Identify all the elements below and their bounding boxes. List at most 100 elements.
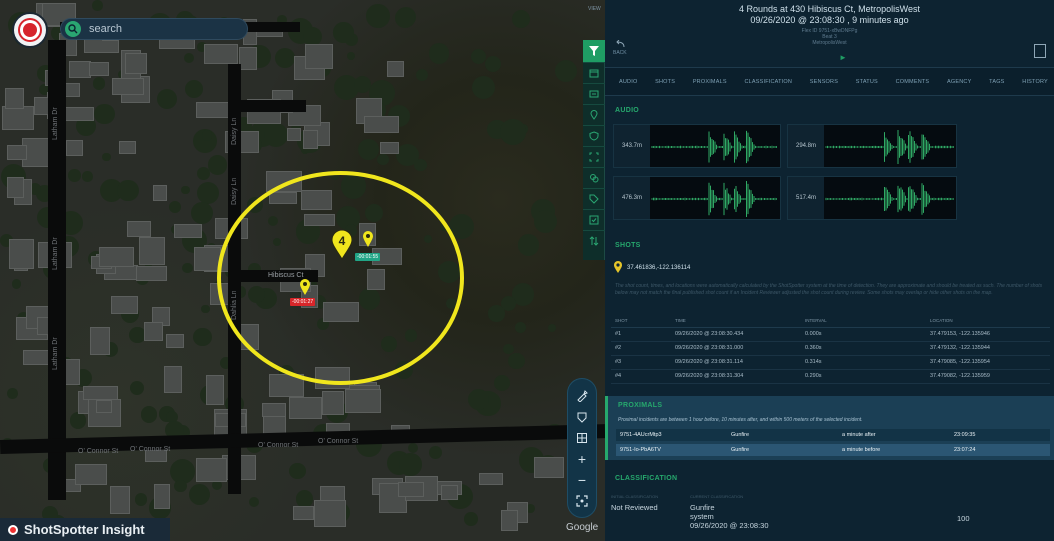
- map-tree: [428, 43, 450, 65]
- map-tools-panel: + −: [567, 378, 597, 518]
- tab-tags[interactable]: TAGS: [989, 79, 1004, 85]
- shot-interval: 0.314s: [801, 355, 926, 370]
- map-tree: [94, 104, 115, 125]
- current-classification-value: Gunfire: [690, 503, 715, 512]
- chat-icon: [589, 174, 598, 183]
- map-building: [74, 464, 108, 486]
- map-tree: [92, 0, 103, 11]
- filter-button[interactable]: [582, 40, 605, 62]
- map-building: [125, 52, 147, 75]
- shot-time: 09/26/2020 @ 23:08:31.114: [671, 355, 801, 370]
- proximal-row[interactable]: 9751-Io-PbA6TV Gunfire a minute before 2…: [616, 444, 1050, 456]
- proximal-row[interactable]: 9751-4AUcrMtp3 Gunfire a minute after 23…: [616, 429, 1050, 441]
- incident-datetime: 09/26/2020 @ 23:08:30 , 9 minutes ago: [750, 15, 909, 25]
- shot-location: 37.479085, -122.135954: [926, 355, 1050, 370]
- shield-button[interactable]: [582, 125, 605, 146]
- checklist-button[interactable]: [582, 209, 605, 230]
- map-building: [305, 43, 334, 70]
- location-pin-icon: [589, 110, 598, 120]
- map-tree: [366, 4, 391, 28]
- table-row[interactable]: #1 09/26/2020 @ 23:08:30.434 0.000s 37.4…: [611, 327, 1050, 342]
- map-tree: [116, 179, 139, 202]
- tab-audio[interactable]: AUDIO: [619, 79, 637, 85]
- incident-count-pin[interactable]: 4: [331, 230, 353, 260]
- initial-classification-value: Not Reviewed: [611, 503, 658, 512]
- audio-clip[interactable]: 517.4m: [787, 176, 957, 220]
- zoom-in-icon[interactable]: +: [573, 450, 591, 468]
- search-input[interactable]: [89, 23, 239, 35]
- shot-number: #4: [611, 369, 671, 384]
- back-arrow-icon: [616, 39, 625, 48]
- proximal-relative: a minute after: [842, 432, 876, 438]
- map-building: [143, 322, 164, 341]
- map-tree: [399, 453, 422, 476]
- map-tree: [207, 155, 227, 175]
- tab-sensors[interactable]: SENSORS: [810, 79, 838, 85]
- proximal-relative: a minute before: [842, 447, 881, 453]
- proximal-pin-icon[interactable]: [299, 278, 311, 296]
- report-icon[interactable]: [1034, 44, 1046, 58]
- shotspotter-logo-button[interactable]: [12, 12, 48, 48]
- audio-distance: 343.7m: [614, 125, 650, 167]
- proximal-time: 23:07:24: [954, 447, 976, 453]
- sort-button[interactable]: [582, 230, 605, 251]
- zoom-out-icon[interactable]: −: [573, 471, 591, 489]
- map-tree: [263, 122, 288, 147]
- back-button[interactable]: BACK: [613, 39, 627, 56]
- map-tree: [494, 375, 511, 392]
- side-toolbar: [582, 40, 605, 260]
- fit-extent-icon[interactable]: [573, 492, 591, 510]
- expand-button[interactable]: [582, 146, 605, 167]
- checklist-icon: [589, 215, 598, 225]
- proximal-id[interactable]: 9751-Io-PbA6TV: [620, 447, 661, 453]
- map-building: [441, 484, 459, 500]
- tab-comments[interactable]: COMMENTS: [896, 79, 930, 85]
- map-tree: [182, 262, 193, 273]
- tab-classification[interactable]: CLASSIFICATION: [744, 79, 792, 85]
- tab-agency[interactable]: AGENCY: [947, 79, 971, 85]
- table-row[interactable]: #3 09/26/2020 @ 23:08:31.114 0.314s 37.4…: [611, 355, 1050, 370]
- search-icon: [65, 21, 81, 37]
- table-row[interactable]: #4 09/26/2020 @ 23:08:31.304 0.290s 37.4…: [611, 369, 1050, 384]
- table-row[interactable]: #2 09/26/2020 @ 23:08:31.000 0.360s 37.4…: [611, 341, 1050, 356]
- location-button[interactable]: [582, 104, 605, 125]
- map-tree: [11, 279, 22, 289]
- audio-clip[interactable]: 476.3m: [613, 176, 781, 220]
- map-building: [126, 221, 151, 238]
- proximal-tag-green[interactable]: -00:01:55: [355, 253, 381, 261]
- chat-button[interactable]: [582, 167, 605, 188]
- map-tree: [134, 493, 148, 506]
- tab-shots[interactable]: SHOTS: [655, 79, 675, 85]
- shot-pin-icon[interactable]: [362, 230, 374, 248]
- audio-clip[interactable]: 343.7m: [613, 124, 781, 168]
- map-building: [205, 375, 225, 405]
- proximal-tag-red[interactable]: -00:01:27: [290, 298, 316, 306]
- calendar-button[interactable]: [582, 62, 605, 83]
- map-building: [173, 223, 202, 238]
- draw-icon[interactable]: [573, 387, 591, 405]
- tab-status[interactable]: STATUS: [856, 79, 878, 85]
- layers-icon[interactable]: [573, 429, 591, 447]
- brand-logo: ShotSpotter Insight: [0, 518, 170, 541]
- tab-proximals[interactable]: PROXIMALS: [693, 79, 727, 85]
- map-building: [98, 247, 135, 268]
- map-building: [196, 457, 227, 483]
- map-building: [112, 78, 145, 95]
- tab-history[interactable]: HISTORY: [1022, 79, 1048, 85]
- map-building: [110, 485, 131, 515]
- marker-icon[interactable]: [573, 408, 591, 426]
- map-tree: [196, 182, 219, 204]
- map-view[interactable]: Latham Dr Latham Dr Latham Dr Daisy Ln D…: [0, 0, 605, 541]
- id-button[interactable]: [582, 83, 605, 104]
- audio-clip[interactable]: 294.8m: [787, 124, 957, 168]
- next-incident-button[interactable]: ►: [839, 53, 847, 62]
- map-tree: [93, 77, 106, 90]
- map-building: [292, 505, 315, 521]
- map-building: [303, 129, 318, 150]
- map-building: [138, 237, 165, 266]
- map-tree: [82, 171, 93, 182]
- search-bar[interactable]: [60, 18, 248, 40]
- tag-button[interactable]: [582, 188, 605, 209]
- map-building: [204, 43, 238, 65]
- proximal-id[interactable]: 9751-4AUcrMtp3: [620, 432, 662, 438]
